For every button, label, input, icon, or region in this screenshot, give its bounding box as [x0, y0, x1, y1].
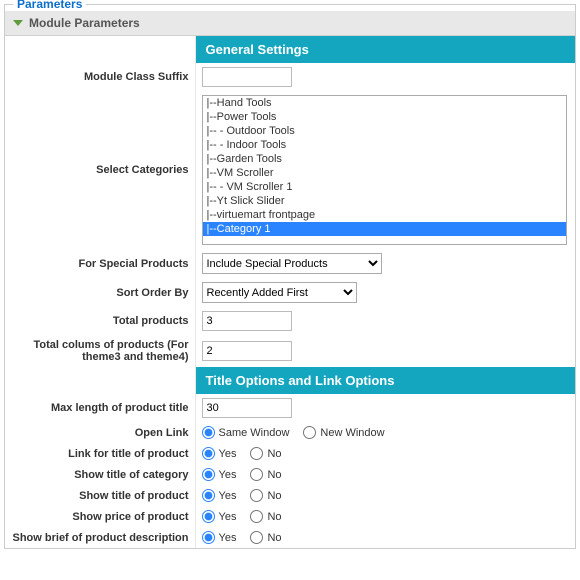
category-option[interactable]: |-- - VM Scroller 1	[203, 180, 566, 194]
total-products-input[interactable]	[202, 311, 292, 331]
show-cat-title-no-radio[interactable]	[250, 468, 263, 481]
label-show-brief: Show brief of product description	[5, 527, 195, 548]
fieldset-legend: Parameters	[13, 0, 86, 11]
label-max-title: Max length of product title	[5, 394, 195, 422]
show-price-no-label[interactable]: No	[267, 511, 281, 523]
total-columns-input[interactable]	[202, 341, 292, 361]
show-brief-no-label[interactable]: No	[267, 532, 281, 544]
panel-title: Module Parameters	[29, 16, 140, 30]
chevron-down-icon	[13, 20, 23, 26]
open-link-new-radio[interactable]	[303, 426, 316, 439]
show-prod-title-yes-radio[interactable]	[202, 489, 215, 502]
for-special-select[interactable]: Include Special Products	[202, 253, 382, 274]
show-price-no-radio[interactable]	[250, 510, 263, 523]
label-link-title: Link for title of product	[5, 443, 195, 464]
category-option[interactable]: |--Garden Tools	[203, 152, 566, 166]
category-option[interactable]: |--Yt Slick Slider	[203, 194, 566, 208]
label-for-special: For Special Products	[5, 249, 195, 278]
show-cat-title-yes-radio[interactable]	[202, 468, 215, 481]
category-option[interactable]: |-- - Indoor Tools	[203, 138, 566, 152]
label-show-price: Show price of product	[5, 506, 195, 527]
label-show-cat-title: Show title of category	[5, 464, 195, 485]
show-price-yes-label[interactable]: Yes	[219, 511, 237, 523]
category-option[interactable]: |-- - Outdoor Tools	[203, 124, 566, 138]
label-select-categories: Select Categories	[5, 91, 195, 249]
show-price-yes-radio[interactable]	[202, 510, 215, 523]
label-total-columns: Total colums of products (For theme3 and…	[5, 335, 195, 367]
show-brief-yes-label[interactable]: Yes	[219, 532, 237, 544]
module-class-suffix-input[interactable]	[202, 67, 292, 87]
link-title-yes-radio[interactable]	[202, 447, 215, 460]
parameters-fieldset: Parameters Module Parameters General Set…	[4, 4, 576, 549]
max-title-input[interactable]	[202, 398, 292, 418]
show-prod-title-yes-label[interactable]: Yes	[219, 490, 237, 502]
show-prod-title-no-label[interactable]: No	[267, 490, 281, 502]
select-categories-listbox[interactable]: |--Hand Tools|--Power Tools|-- - Outdoor…	[202, 95, 567, 245]
panel-header[interactable]: Module Parameters	[5, 11, 575, 36]
category-option[interactable]: |--VM Scroller	[203, 166, 566, 180]
show-cat-title-yes-label[interactable]: Yes	[219, 469, 237, 481]
label-sort-order: Sort Order By	[5, 278, 195, 307]
label-module-class-suffix: Module Class Suffix	[5, 63, 195, 91]
show-prod-title-no-radio[interactable]	[250, 489, 263, 502]
params-table: General Settings Module Class Suffix Sel…	[5, 36, 575, 548]
show-cat-title-no-label[interactable]: No	[267, 469, 281, 481]
category-option[interactable]: |--Power Tools	[203, 110, 566, 124]
category-option[interactable]: |--Hand Tools	[203, 96, 566, 110]
link-title-no-radio[interactable]	[250, 447, 263, 460]
open-link-same-label[interactable]: Same Window	[219, 427, 290, 439]
open-link-same-radio[interactable]	[202, 426, 215, 439]
link-title-yes-label[interactable]: Yes	[219, 448, 237, 460]
label-total-products: Total products	[5, 307, 195, 335]
link-title-no-label[interactable]: No	[267, 448, 281, 460]
show-brief-yes-radio[interactable]	[202, 531, 215, 544]
sort-order-select[interactable]: Recently Added First	[202, 282, 357, 303]
section-general: General Settings	[196, 36, 576, 63]
category-option[interactable]: |--Category 1	[203, 222, 566, 236]
show-brief-no-radio[interactable]	[250, 531, 263, 544]
open-link-new-label[interactable]: New Window	[320, 427, 384, 439]
label-show-prod-title: Show title of product	[5, 485, 195, 506]
label-open-link: Open Link	[5, 422, 195, 443]
section-title-link: Title Options and Link Options	[196, 367, 576, 394]
category-option[interactable]: |--virtuemart frontpage	[203, 208, 566, 222]
